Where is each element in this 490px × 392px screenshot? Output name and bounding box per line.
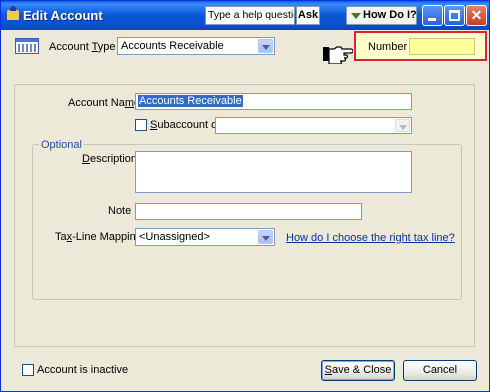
ask-button[interactable]: Ask (296, 6, 320, 25)
account-type-label: Account Type (49, 41, 116, 53)
tax-line-help-link[interactable]: How do I choose the right tax line? (286, 232, 455, 244)
pointing-hand-icon (323, 46, 353, 64)
close-icon: ✕ (470, 7, 483, 23)
tax-line-value: <Unassigned> (139, 231, 210, 243)
cancel-button[interactable]: Cancel (403, 360, 477, 381)
subaccount-checkbox[interactable] (135, 119, 147, 131)
app-icon (7, 6, 19, 20)
window-title: Edit Account (23, 8, 103, 23)
subaccount-select[interactable] (215, 117, 412, 134)
inactive-label: Account is inactive (37, 364, 129, 376)
help-question-input[interactable]: Type a help question (205, 6, 295, 25)
chevron-down-icon[interactable] (258, 39, 273, 53)
edit-account-window: Edit Account Type a help question Ask Ho… (0, 0, 490, 392)
account-name-label: Account Name (68, 97, 140, 109)
save-close-button[interactable]: Save & Close (321, 360, 395, 381)
number-highlight-box: Number (354, 31, 487, 61)
minimize-icon (428, 18, 436, 21)
number-label: Number (368, 41, 408, 53)
note-input[interactable] (135, 203, 362, 220)
minimize-button[interactable] (422, 5, 443, 26)
account-name-value: Accounts Receivable (138, 95, 243, 107)
tax-line-mapping-label: Tax-Line Mapping (55, 231, 142, 243)
how-do-i-button[interactable]: How Do I? (346, 6, 417, 25)
title-bar[interactable]: Edit Account Type a help question Ask Ho… (1, 1, 489, 30)
number-input[interactable] (409, 38, 475, 55)
description-label: Description (82, 153, 138, 165)
tax-line-select[interactable]: <Unassigned> (135, 228, 275, 246)
optional-legend: Optional (39, 139, 84, 151)
account-register-icon (15, 38, 39, 54)
how-do-i-label: How Do I? (363, 9, 417, 21)
account-name-input[interactable]: Accounts Receivable (135, 93, 412, 110)
description-textarea[interactable] (135, 151, 412, 193)
account-type-value: Accounts Receivable (121, 40, 224, 52)
chevron-down-icon[interactable] (395, 119, 410, 132)
maximize-button[interactable] (444, 5, 465, 26)
subaccount-label: Subaccount of (150, 119, 221, 131)
inactive-checkbox[interactable] (22, 364, 34, 376)
close-button[interactable]: ✕ (466, 5, 487, 26)
chevron-down-icon[interactable] (258, 230, 273, 244)
maximize-icon (449, 10, 460, 21)
note-label: Note (108, 205, 132, 217)
chevron-down-icon (351, 13, 361, 19)
account-type-select[interactable]: Accounts Receivable (117, 37, 275, 55)
